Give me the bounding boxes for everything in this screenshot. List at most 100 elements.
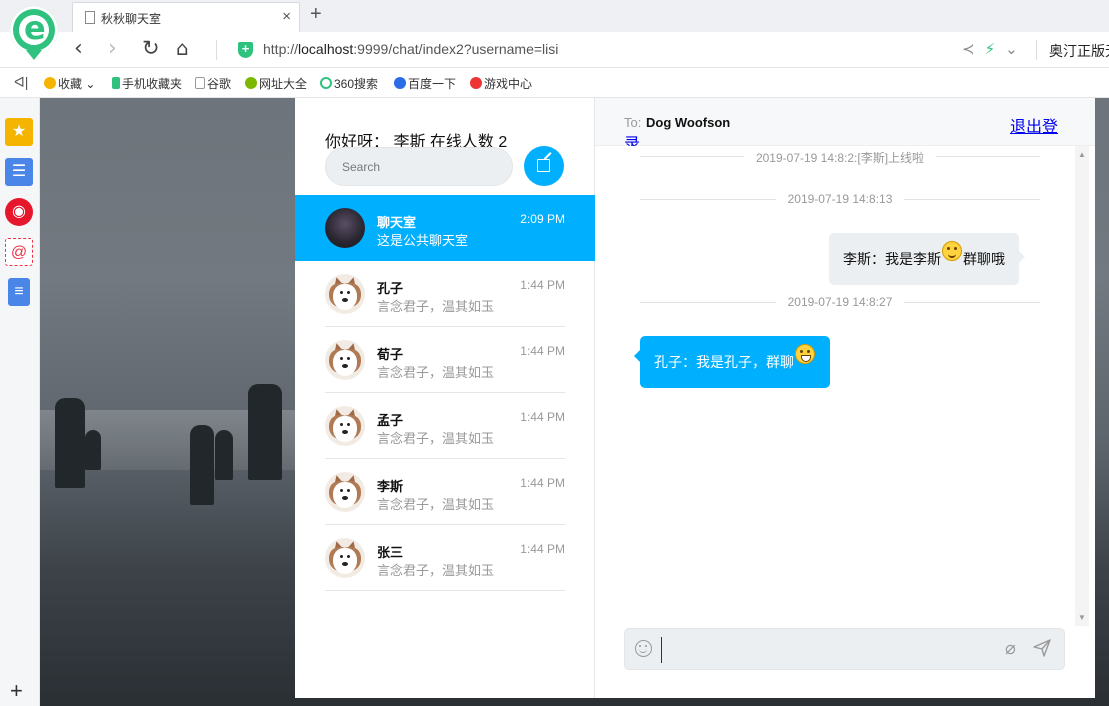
conversation-item[interactable]: 聊天室 2:09 PM 这是公共聊天室 [295,195,595,261]
avatar [325,406,365,446]
conversation-time: 1:44 PM [520,476,565,490]
security-shield-icon[interactable]: + [238,42,253,58]
attachment-icon[interactable]: ⌀ [1005,638,1016,659]
conversation-time: 1:44 PM [520,542,565,556]
conversation-preview: 言念君子，温其如玉 [377,431,495,446]
system-notice-text: 2019-07-19 14:8:2:[李斯]上线啦 [743,151,937,165]
home-icon[interactable]: ⌂ [176,36,189,60]
background-figure [55,398,85,488]
browser-logo-tail [26,50,42,60]
close-icon[interactable]: × [282,8,291,25]
conversation-item[interactable]: 张三 1:44 PM 言念君子，温其如玉 [295,525,595,591]
conversation-time: 1:44 PM [520,410,565,424]
bookmark-label: 网址大全 [259,77,308,91]
conversation-name: 荀子 [377,347,404,362]
weibo-icon[interactable]: ◉ [5,198,33,226]
circle-icon [320,77,332,89]
timestamp-text: 2019-07-19 14:8:27 [775,295,905,309]
divider [216,40,217,60]
conversation-time: 2:09 PM [520,212,565,226]
new-tab-button[interactable]: + [310,3,322,26]
mail-icon[interactable]: @ [5,238,33,266]
avatar [325,538,365,578]
news-icon[interactable]: ☰ [5,158,33,186]
bookmark-games[interactable]: 游戏中心 [470,75,532,92]
timestamp-text: 2019-07-19 14:8:13 [775,192,905,206]
conversation-name: 李斯 [377,479,404,494]
avatar [325,472,365,512]
conversation-item[interactable]: 孟子 1:44 PM 言念君子，温其如玉 [295,393,595,459]
reload-icon[interactable]: ↻ [142,36,160,60]
tab-bar: 秋秋聊天室 × + [0,0,1109,32]
address-actions: ≺ ⚡ ⌄ [962,40,1028,58]
address-bar[interactable]: http://localhost:9999/chat/index2?userna… [263,41,558,57]
logout-link[interactable]: 退出登 [1010,113,1060,137]
url-host: localhost [298,41,354,57]
bookmark-baidu[interactable]: 百度一下 [394,75,456,92]
bookmark-google[interactable]: 谷歌 [195,75,231,92]
message-text: 孔子：我是孔子，群聊 [654,354,794,370]
conversation-preview: 言念君子，温其如玉 [377,365,495,380]
conversation-name: 孔子 [377,281,404,296]
conversation-preview: 言念君子，温其如玉 [377,563,495,578]
grin-emoji-icon [795,344,815,364]
conversation-item[interactable]: 李斯 1:44 PM 言念君子，温其如玉 [295,459,595,525]
conversation-preview: 这是公共聊天室 [377,233,469,248]
background-figure [190,425,214,505]
conversation-item[interactable]: 荀子 1:44 PM 言念君子，温其如玉 [295,327,595,393]
emoji-icon[interactable] [635,640,652,657]
lightning-icon[interactable]: ⚡ [985,41,996,58]
chat-header: To: Dog Woofson 退出登 录 [595,98,1095,153]
favorites-star-icon[interactable]: ★ [5,118,33,146]
bookmark-favorites[interactable]: 收藏 ⌄ [44,75,95,92]
paw-icon [394,77,406,89]
bookmark-label: 谷歌 [207,77,232,91]
browser-logo[interactable] [10,6,58,54]
tab-title: 秋秋聊天室 [101,12,162,26]
system-notice: 2019-07-19 14:8:2:[李斯]上线啦 [640,149,1040,166]
scroll-up-icon[interactable]: ▲ [1078,150,1086,159]
background-figure [215,430,233,480]
message-list: 2019-07-19 14:8:2:[李斯]上线啦 2019-07-19 14:… [595,146,1075,626]
scroll-down-icon[interactable]: ▼ [1078,613,1086,622]
people-panel: 你好呀： 李斯 在线人数 2 聊天室 2:09 PM 这是公共聊天室 孔子 1:… [295,98,595,698]
bookmark-360[interactable]: 360搜索 [320,75,378,92]
message-input[interactable] [661,637,991,663]
conversation-item[interactable]: 孔子 1:44 PM 言念君子，温其如玉 [295,261,595,327]
compose-button[interactable] [524,146,564,186]
sidebar-toggle-icon[interactable]: ᐊ| [14,74,28,91]
extension-label[interactable]: 奥汀正版无 [1049,41,1109,61]
conversation-name: 孟子 [377,413,404,428]
send-icon[interactable] [1033,639,1051,657]
bookmark-sites[interactable]: 网址大全 [245,75,307,92]
conversation-time: 1:44 PM [520,344,565,358]
message-bubble-you: 孔子：我是孔子，群聊 [634,336,830,388]
scrollbar[interactable]: ▲ ▼ [1075,146,1089,626]
divider [1036,40,1037,60]
add-icon[interactable]: + [10,678,23,704]
search-input[interactable] [325,147,513,186]
avatar [325,274,365,314]
document-icon[interactable]: ≡ [8,278,30,306]
bookmarks-bar: ᐊ| 收藏 ⌄ 手机收藏夹 谷歌 网址大全 360搜索 百度一下 游戏中心 [0,68,1109,98]
star-icon [44,77,56,89]
logout-link-line1[interactable]: 退出登 [1010,119,1058,136]
bookmark-label: 收藏 [58,77,83,91]
browser-tab[interactable]: 秋秋聊天室 × [72,2,300,32]
back-icon[interactable]: ‹ [74,36,83,61]
bookmark-label: 手机收藏夹 [122,77,183,91]
navigation-bar: ‹ › ↻ ⌂ + http://localhost:9999/chat/ind… [0,32,1109,68]
chat-container: 你好呀： 李斯 在线人数 2 聊天室 2:09 PM 这是公共聊天室 孔子 1:… [295,98,1095,698]
background-figure [248,384,282,480]
message-bubble-me: 李斯：我是李斯 群聊哦 [829,233,1025,285]
url-prefix: http:// [263,41,299,57]
page-icon [195,77,205,89]
conversation-name: 张三 [377,545,404,560]
conversation-preview: 言念君子，温其如玉 [377,299,495,314]
browser-sidebar: ★ ☰ ◉ @ ≡ + [0,98,40,706]
share-icon[interactable]: ≺ [962,41,975,58]
page-icon [85,11,95,24]
forward-icon[interactable]: › [108,36,117,61]
chevron-down-icon[interactable]: ⌄ [1005,41,1018,58]
bookmark-mobile[interactable]: 手机收藏夹 [112,75,182,92]
